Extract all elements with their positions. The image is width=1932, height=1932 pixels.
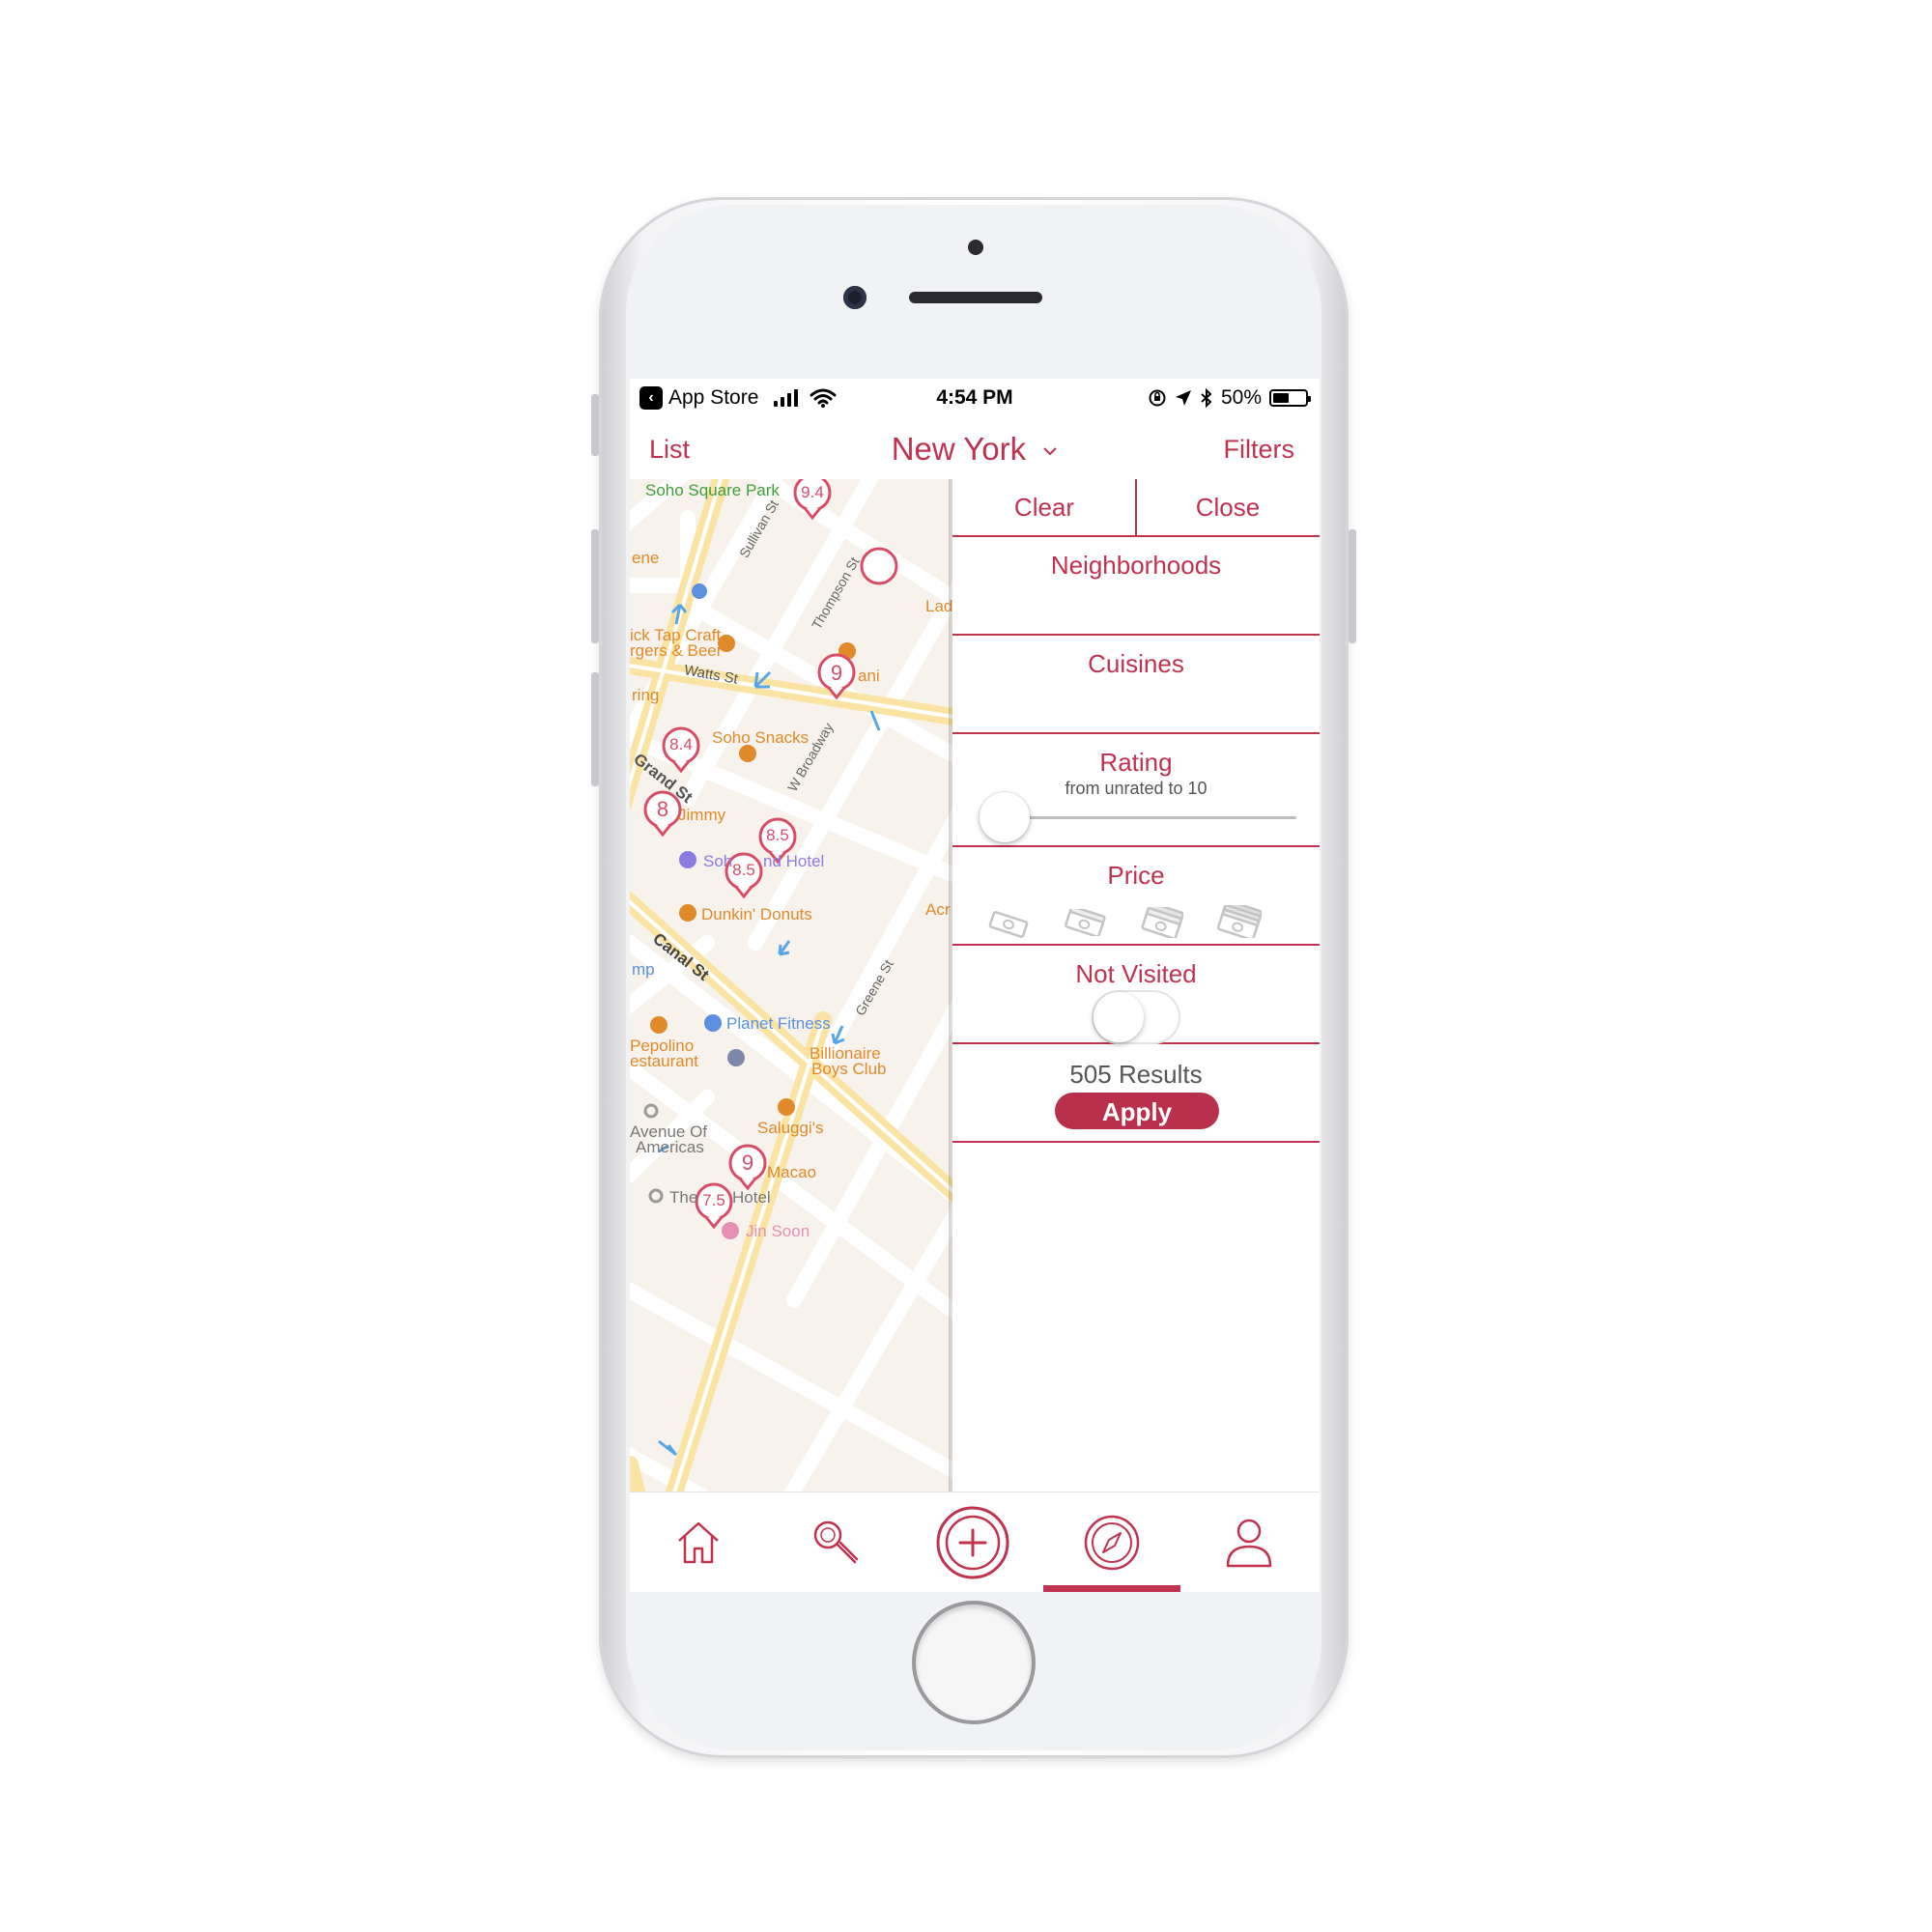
map-label: ring [632,686,660,704]
map-label: Acr [925,900,951,919]
map-pin-rating[interactable]: 9 [823,661,850,686]
rating-slider-track[interactable] [1005,816,1296,819]
money-1-icon[interactable] [987,911,1030,938]
money-3-icon[interactable] [1141,907,1183,938]
hotel-poi-icon [648,1188,664,1204]
map-label: Planet Fitness [726,1014,831,1033]
proximity-sensor [968,240,983,255]
neighborhoods-title: Neighborhoods [1050,551,1222,580]
filters-button[interactable]: Filters [1224,435,1295,465]
coffee-poi-icon [679,904,696,922]
map-label: Americas [636,1138,704,1156]
map-pin-rating[interactable]: 8.4 [668,735,695,754]
map-label: Jimmy [678,806,726,824]
food-poi-icon [778,1098,795,1116]
results-count: 505 Results [1069,1060,1203,1089]
map-label: Dunkin' Donuts [701,905,812,923]
not-visited-section: Not Visited [952,946,1320,1044]
map-label: Saluggi's [757,1119,824,1137]
compass-icon [1084,1515,1140,1571]
map-pin-rating[interactable]: 7.5 [700,1191,727,1210]
screen: ‹ App Store 4:54 PM 50% List New York Fi… [630,379,1320,1592]
tab-add[interactable] [904,1492,1041,1592]
map-label: mp [632,960,655,979]
front-camera [843,286,867,309]
apply-button[interactable]: Apply [1055,1093,1219,1129]
post-office-poi-icon [727,1049,745,1066]
home-button[interactable] [916,1605,1032,1720]
active-tab-indicator [1043,1585,1180,1592]
map-label: rgers & Beer [630,641,723,660]
map-label: Boys Club [811,1060,887,1078]
map-view[interactable]: 9.4 9 8.4 8 8.5 8.5 9 7.5 Soho Square Pa… [630,479,952,1492]
chevron-down-icon [1043,447,1058,456]
rating-title: Rating [1099,748,1173,777]
map-label: ene [632,549,660,567]
home-icon [678,1521,719,1564]
rating-section: Rating from unrated to 10 [952,734,1320,847]
hotel-poi-icon [679,851,696,868]
location-arrow-icon [1175,390,1191,406]
beauty-poi-icon [722,1222,739,1239]
results-section: 505 Results Apply [952,1044,1320,1143]
cuisines-section[interactable]: Cuisines [952,636,1320,734]
neighborhoods-section[interactable]: Neighborhoods [952,537,1320,636]
map-pin-rating[interactable]: 9 [734,1151,761,1176]
profile-icon [1226,1519,1272,1568]
tab-explore[interactable] [1043,1492,1180,1592]
status-bar: ‹ App Store 4:54 PM 50% [630,379,1320,417]
cuisines-title: Cuisines [1088,649,1184,678]
tab-bar [630,1492,1320,1592]
city-title: New York [891,431,1027,467]
money-4-icon[interactable] [1217,905,1262,938]
map-label: nd Hotel [763,852,825,870]
food-poi-icon [650,1016,668,1034]
transit-poi-icon [643,1103,659,1119]
map-label: Hotel [732,1188,771,1207]
panel-header: Clear Close [952,479,1320,537]
earpiece-speaker [909,292,1042,303]
money-2-icon[interactable] [1064,909,1106,936]
toggle-knob [1094,992,1144,1042]
battery-icon [1269,389,1311,407]
city-selector[interactable]: New York [630,431,1320,468]
status-right: 50% [1148,386,1311,410]
map-pin-rating[interactable]: 8 [649,797,676,822]
orientation-lock-icon [1149,389,1166,407]
clear-button[interactable]: Clear [952,479,1136,535]
silent-switch [591,394,599,456]
price-section: Price [952,847,1320,946]
tab-profile[interactable] [1180,1492,1318,1592]
close-button[interactable]: Close [1136,479,1320,535]
power-button [1349,529,1356,643]
volume-up-button [591,529,599,643]
bus-stop-icon [692,583,707,599]
map-pin-rating[interactable]: 9.4 [799,483,826,502]
price-title: Price [1107,861,1165,890]
filter-panel: Clear Close Neighborhoods Cuisines Ratin… [952,479,1320,1492]
map-label: estaurant [630,1052,698,1070]
map-pin-rating[interactable]: 8.5 [764,826,791,845]
search-icon [813,1520,859,1564]
tab-search[interactable] [767,1492,904,1592]
battery-percent: 50% [1220,386,1262,409]
map-label: Soho Square Park [645,481,780,499]
rating-slider-knob[interactable] [980,792,1030,842]
bluetooth-icon [1201,388,1212,408]
gym-poi-icon [704,1014,722,1032]
map-label: Jin Soon [746,1222,810,1240]
map-pin-rating[interactable]: 8.5 [730,861,757,880]
map-label: Macao [767,1163,817,1181]
map-label: The [669,1188,698,1207]
not-visited-title: Not Visited [1075,959,1197,988]
not-visited-toggle[interactable] [1092,990,1180,1044]
add-icon [936,1506,1009,1579]
map-label: ani [858,667,880,685]
tab-home[interactable] [630,1492,767,1592]
nav-bar: List New York Filters [630,417,1320,480]
map-label: Soh [703,852,733,870]
map-label: Soho Snacks [712,728,810,747]
volume-down-button [591,672,599,786]
